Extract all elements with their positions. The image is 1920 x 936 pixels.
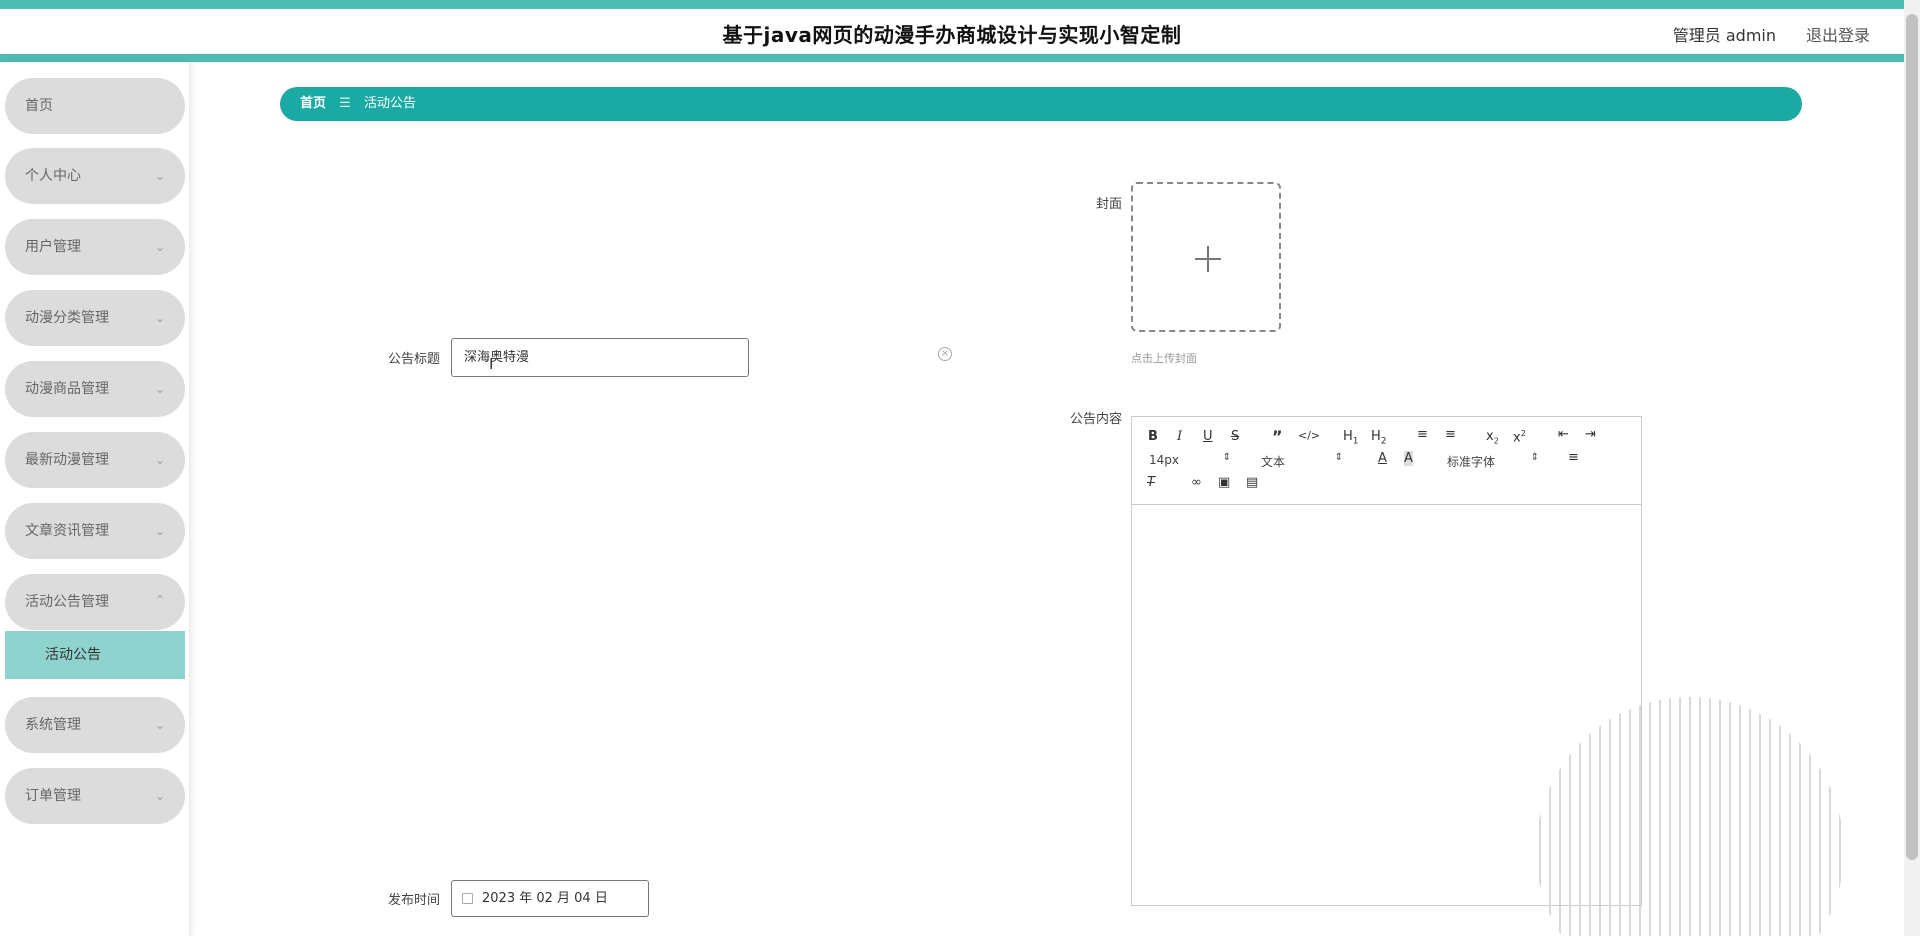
sidebar-item-home[interactable]: 首页 xyxy=(5,78,185,134)
sidebar-item-label: 个人中心 xyxy=(25,168,81,184)
current-user: 管理员 admin xyxy=(1672,26,1776,45)
decorative-stripes-graphic xyxy=(1539,697,1841,936)
title-label: 公告标题 xyxy=(387,352,440,367)
font-size-select[interactable]: 14px ⇕ xyxy=(1149,452,1231,467)
sidebar: 首页 个人中心 ⌄ 用户管理 ⌄ 动漫分类管理 ⌄ 动漫商品管理 ⌄ 最新动漫管… xyxy=(0,62,190,936)
publish-date-value: 2023 年 02 月 04 日 xyxy=(482,891,608,906)
bullet-list-icon[interactable]: ≡ xyxy=(1445,427,1456,442)
paragraph-value: 文本 xyxy=(1261,455,1286,469)
sidebar-item-anime-products[interactable]: 动漫商品管理 ⌄ xyxy=(5,361,185,417)
scrollbar-thumb[interactable] xyxy=(1906,14,1918,860)
font-size-value: 14px xyxy=(1149,453,1179,467)
underline-icon[interactable]: U xyxy=(1203,429,1213,444)
sidebar-item-label: 动漫商品管理 xyxy=(25,381,109,397)
cover-upload-tip: 点击上传封面 xyxy=(1131,352,1197,365)
chevron-up-icon: ⌃ xyxy=(154,593,165,607)
chevron-down-icon: ⌄ xyxy=(154,718,165,732)
sidebar-item-personal-center[interactable]: 个人中心 ⌄ xyxy=(5,148,185,204)
strikethrough-icon[interactable]: S xyxy=(1231,429,1239,444)
vertical-scrollbar[interactable] xyxy=(1904,0,1920,936)
blockquote-icon[interactable]: ” xyxy=(1272,427,1283,446)
font-color-icon[interactable]: A xyxy=(1378,451,1387,466)
chevron-down-icon: ⌄ xyxy=(154,382,165,396)
select-arrows-icon: ⇕ xyxy=(1530,452,1539,463)
image-icon[interactable]: ▣ xyxy=(1218,475,1230,490)
sidebar-item-latest-anime[interactable]: 最新动漫管理 ⌄ xyxy=(5,432,185,488)
cover-upload[interactable] xyxy=(1131,182,1281,332)
chevron-down-icon: ⌄ xyxy=(154,240,165,254)
sidebar-item-label: 最新动漫管理 xyxy=(25,452,109,468)
cover-label: 封面 xyxy=(1095,197,1122,212)
menu-separator-icon: ☰ xyxy=(339,96,351,111)
outdent-icon[interactable]: ⇤ xyxy=(1558,427,1569,442)
content-label: 公告内容 xyxy=(1069,412,1122,427)
chevron-down-icon: ⌄ xyxy=(154,169,165,183)
chevron-down-icon: ⌄ xyxy=(154,524,165,538)
sidebar-item-label: 系统管理 xyxy=(25,717,81,733)
breadcrumb: 首页 ☰ 活动公告 xyxy=(280,87,1802,121)
sidebar-item-system[interactable]: 系统管理 ⌄ xyxy=(5,697,185,753)
h1-icon[interactable]: H1 xyxy=(1343,429,1359,447)
breadcrumb-current: 活动公告 xyxy=(363,96,416,111)
align-icon[interactable]: ≡ xyxy=(1568,450,1579,465)
font-family-value: 标准字体 xyxy=(1447,455,1496,469)
clear-icon[interactable]: × xyxy=(938,347,952,361)
publish-date-input[interactable]: 2023 年 02 月 04 日 xyxy=(451,880,649,917)
calendar-icon xyxy=(462,893,473,904)
h2-icon[interactable]: H2 xyxy=(1371,429,1387,447)
sidebar-item-label: 首页 xyxy=(25,98,53,114)
text-cursor-icon: I xyxy=(489,355,494,373)
paragraph-select[interactable]: 文本 ⇕ xyxy=(1261,452,1343,470)
link-icon[interactable]: ∞ xyxy=(1191,475,1202,490)
ordered-list-icon[interactable]: ≡ xyxy=(1417,427,1428,442)
font-family-select[interactable]: 标准字体 ⇕ xyxy=(1447,452,1539,470)
date-label: 发布时间 xyxy=(387,893,440,908)
site-title: 基于java网页的动漫手办商城设计与实现小智定制 xyxy=(722,23,1182,47)
sidebar-item-label: 用户管理 xyxy=(25,239,81,255)
chevron-down-icon: ⌄ xyxy=(154,453,165,467)
sidebar-item-anime-category[interactable]: 动漫分类管理 ⌄ xyxy=(5,290,185,346)
sidebar-item-orders[interactable]: 订单管理 ⌄ xyxy=(5,768,185,824)
code-icon[interactable]: </> xyxy=(1298,429,1320,442)
sidebar-item-articles[interactable]: 文章资讯管理 ⌄ xyxy=(5,503,185,559)
sidebar-item-users[interactable]: 用户管理 ⌄ xyxy=(5,219,185,275)
superscript-icon[interactable]: x2 xyxy=(1513,429,1526,445)
chevron-down-icon: ⌄ xyxy=(154,311,165,325)
select-arrows-icon: ⇕ xyxy=(1334,452,1343,463)
sidebar-item-announcements[interactable]: 活动公告管理 ⌃ xyxy=(5,574,185,630)
breadcrumb-home[interactable]: 首页 xyxy=(300,96,326,111)
chevron-down-icon: ⌄ xyxy=(154,789,165,803)
plus-icon-stroke xyxy=(1207,246,1209,272)
sidebar-subitem-announcement[interactable]: 活动公告 xyxy=(5,631,185,679)
sidebar-item-label: 文章资讯管理 xyxy=(25,523,109,539)
sidebar-item-label: 活动公告管理 xyxy=(25,594,109,610)
background-color-icon[interactable]: A xyxy=(1404,451,1413,466)
indent-icon[interactable]: ⇥ xyxy=(1585,427,1596,442)
top-header: 基于java网页的动漫手办商城设计与实现小智定制 管理员 admin 退出登录 xyxy=(0,0,1904,62)
title-input[interactable]: 深海奥特漫 xyxy=(451,338,749,377)
sidebar-item-label: 动漫分类管理 xyxy=(25,310,109,326)
logout-button[interactable]: 退出登录 xyxy=(1806,22,1870,46)
subscript-icon[interactable]: x2 xyxy=(1486,429,1499,446)
italic-icon[interactable]: I xyxy=(1177,429,1182,444)
editor-toolbar: B I U S ” </> H1 H2 ≡ ≡ x2 x2 ⇤ ⇥ 14px ⇕… xyxy=(1132,417,1641,505)
sidebar-item-label: 订单管理 xyxy=(25,788,81,804)
bold-icon[interactable]: B xyxy=(1148,429,1158,444)
clear-format-icon[interactable]: T xyxy=(1147,475,1155,490)
select-arrows-icon: ⇕ xyxy=(1222,452,1231,463)
video-icon[interactable]: ▤ xyxy=(1246,475,1258,490)
